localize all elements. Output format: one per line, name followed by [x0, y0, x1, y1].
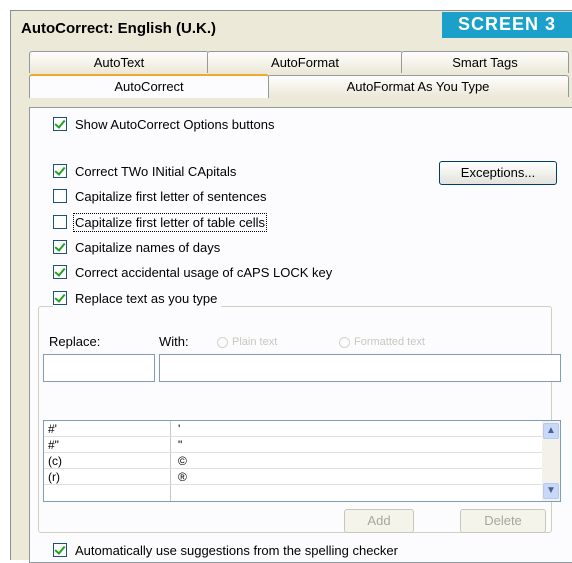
tab-autoformat[interactable]: AutoFormat [207, 51, 403, 73]
capitalize-names-of-days-option[interactable]: Capitalize names of days [53, 237, 220, 257]
capitalize-first-letter-table-cells-label: Capitalize first letter of table cells [72, 212, 268, 232]
list-item[interactable]: #" " [44, 437, 542, 453]
checkmark-icon[interactable] [53, 164, 67, 178]
correct-two-initial-capitals-label: Correct TWo INitial CApitals [75, 163, 237, 179]
replace-input[interactable] [43, 354, 155, 382]
checkmark-icon[interactable] [53, 265, 67, 279]
replace-label: Replace: [49, 334, 101, 349]
chevron-up-icon[interactable]: ▲ [543, 423, 559, 439]
show-autocorrect-buttons-label: Show AutoCorrect Options buttons [75, 116, 275, 132]
replace-text-label: Replace text as you type [75, 290, 218, 306]
capitalize-names-of-days-label: Capitalize names of days [75, 239, 221, 255]
formatted-text-label: Formatted text [354, 336, 425, 348]
checkmark-icon[interactable] [53, 291, 67, 305]
checkmark-icon[interactable] [53, 240, 67, 254]
with-input[interactable] [159, 354, 561, 382]
correct-caps-lock-option[interactable]: Correct accidental usage of cAPS LOCK ke… [53, 262, 332, 282]
screen-badge: SCREEN 3 [442, 12, 572, 38]
spelling-suggestions-option[interactable]: Automatically use suggestions from the s… [53, 540, 398, 560]
plain-text-option: Plain text [217, 336, 277, 348]
capitalize-first-letter-sentences-label: Capitalize first letter of sentences [75, 188, 267, 204]
formatted-text-option: Formatted text [339, 336, 425, 348]
add-button[interactable]: Add [344, 509, 414, 533]
checkbox[interactable] [53, 189, 67, 203]
tab-autoformat-as-you-type[interactable]: AutoFormat As You Type [267, 75, 569, 97]
tab-autotext[interactable]: AutoText [29, 51, 209, 73]
show-autocorrect-buttons-option[interactable]: Show AutoCorrect Options buttons [53, 114, 274, 134]
list-item[interactable]: (c) © [44, 453, 542, 469]
chevron-down-icon[interactable]: ▼ [543, 483, 559, 499]
radio-icon [217, 336, 228, 348]
radio-icon [339, 336, 350, 348]
exceptions-button[interactable]: Exceptions... [439, 161, 557, 185]
checkmark-icon[interactable] [53, 543, 67, 557]
correct-two-initial-capitals-option[interactable]: Correct TWo INitial CApitals [53, 161, 236, 181]
tab-autocorrect[interactable]: AutoCorrect [29, 74, 269, 98]
tab-smart-tags[interactable]: Smart Tags [401, 51, 569, 73]
capitalize-first-letter-sentences-option[interactable]: Capitalize first letter of sentences [53, 186, 266, 206]
plain-text-label: Plain text [232, 336, 278, 348]
list-scrollbar[interactable]: ▲ ▼ [542, 421, 560, 501]
capitalize-first-letter-table-cells-option[interactable]: Capitalize first letter of table cells [53, 212, 268, 232]
spelling-suggestions-label: Automatically use suggestions from the s… [75, 542, 398, 558]
replace-text-option[interactable]: Replace text as you type [53, 288, 222, 308]
checkbox[interactable] [53, 215, 67, 229]
checkmark-icon[interactable] [53, 117, 67, 131]
list-item[interactable]: (r) ® [44, 469, 542, 485]
autocorrect-dialog: AutoCorrect: English (U.K.) AutoText Aut… [10, 10, 572, 563]
with-label: With: [159, 334, 189, 349]
list-item[interactable]: #' ' [44, 421, 542, 437]
autocorrect-entries-list[interactable]: #' ' #" " (c) © (r) ® ▲ ▼ [43, 420, 561, 502]
delete-button[interactable]: Delete [460, 509, 546, 533]
correct-caps-lock-label: Correct accidental usage of cAPS LOCK ke… [75, 264, 333, 280]
